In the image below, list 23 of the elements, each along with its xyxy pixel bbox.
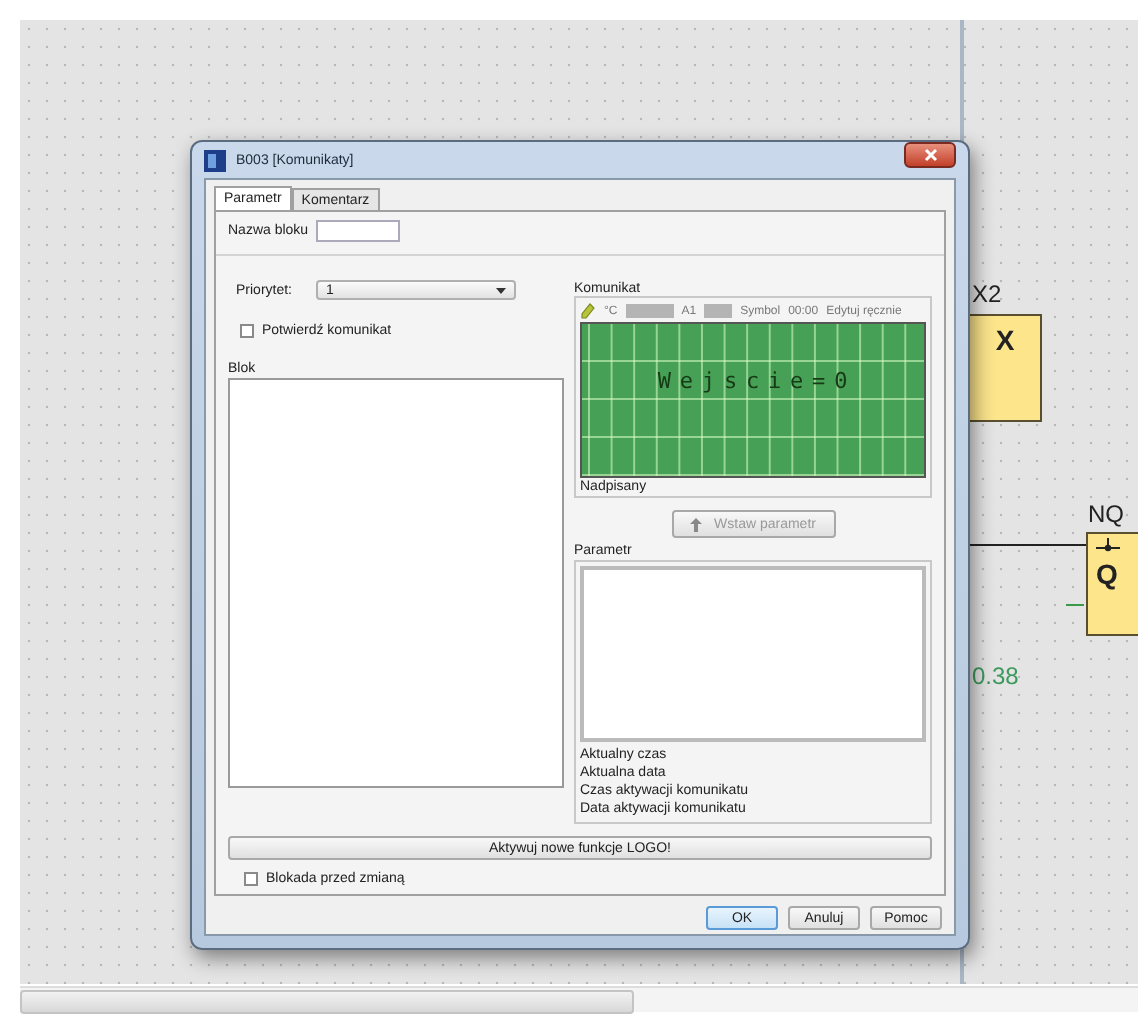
scrollbar-thumb[interactable] (20, 990, 634, 1014)
value-reading: 0.38 (972, 662, 1019, 690)
block-symbol: Q (1096, 558, 1118, 590)
toolbar-field[interactable] (704, 304, 733, 318)
block-label: NQ (1088, 500, 1124, 528)
app-icon (204, 149, 226, 171)
checkbox[interactable] (244, 872, 258, 886)
toolbar-field[interactable] (625, 304, 674, 318)
connection-line (1066, 604, 1084, 606)
up-arrow-icon (690, 517, 703, 531)
function-block[interactable]: X (968, 314, 1042, 422)
block-label: X2 (972, 280, 1002, 308)
checkbox[interactable] (240, 324, 254, 338)
contact-icon (1096, 538, 1120, 554)
close-icon (923, 148, 937, 162)
block-name-field[interactable] (316, 220, 401, 242)
close-button[interactable] (904, 142, 956, 168)
caret-icon (496, 287, 507, 293)
horizontal-scrollbar[interactable] (20, 986, 1138, 1012)
pencil-icon (580, 302, 596, 320)
function-block[interactable]: Q (1086, 532, 1138, 636)
connection-line (964, 544, 1086, 546)
block-symbol: X (995, 324, 1015, 356)
